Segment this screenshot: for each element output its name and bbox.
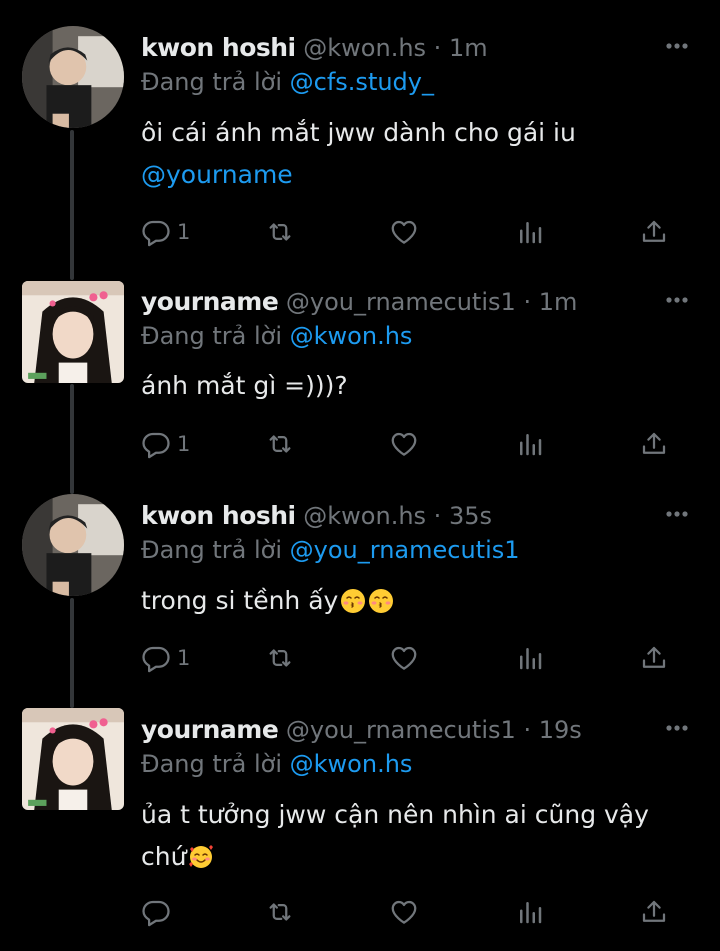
tweet[interactable]: yourname @you_rnamecutis1 · 19s Đang trả… xyxy=(0,0,720,951)
heart-icon xyxy=(391,900,417,924)
tweet-text-line2: chứ xyxy=(141,842,187,871)
views-button[interactable] xyxy=(515,894,545,930)
user-handle[interactable]: @you_rnamecutis1 xyxy=(286,716,516,744)
reply-icon xyxy=(142,900,170,927)
tweet-text-line: ủa t tưởng jww cận nên nhìn ai cũng vậy xyxy=(141,800,649,829)
share-icon xyxy=(642,900,666,922)
analytics-icon xyxy=(520,902,542,924)
reply-context: Đang trả lời @kwon.hs xyxy=(141,748,412,780)
reply-to-mention[interactable]: @kwon.hs xyxy=(290,750,413,778)
timestamp[interactable]: 19s xyxy=(539,716,582,744)
tweet-text: ủa t tưởng jww cận nên nhìn ai cũng vậy … xyxy=(141,794,701,878)
more-options-icon[interactable] xyxy=(664,714,690,742)
reply-prefix: Đang trả lời xyxy=(141,750,283,778)
separator-dot: · xyxy=(523,716,532,744)
reply-button[interactable] xyxy=(141,894,177,930)
female-avatar[interactable] xyxy=(22,708,124,810)
retweet-icon xyxy=(269,903,291,921)
action-bar xyxy=(141,894,681,930)
display-name[interactable]: yourname xyxy=(141,715,279,744)
share-button[interactable] xyxy=(639,894,669,930)
smiling-face-with-hearts-emoji xyxy=(189,845,214,868)
retweet-button[interactable] xyxy=(265,894,295,930)
like-button[interactable] xyxy=(389,894,419,930)
